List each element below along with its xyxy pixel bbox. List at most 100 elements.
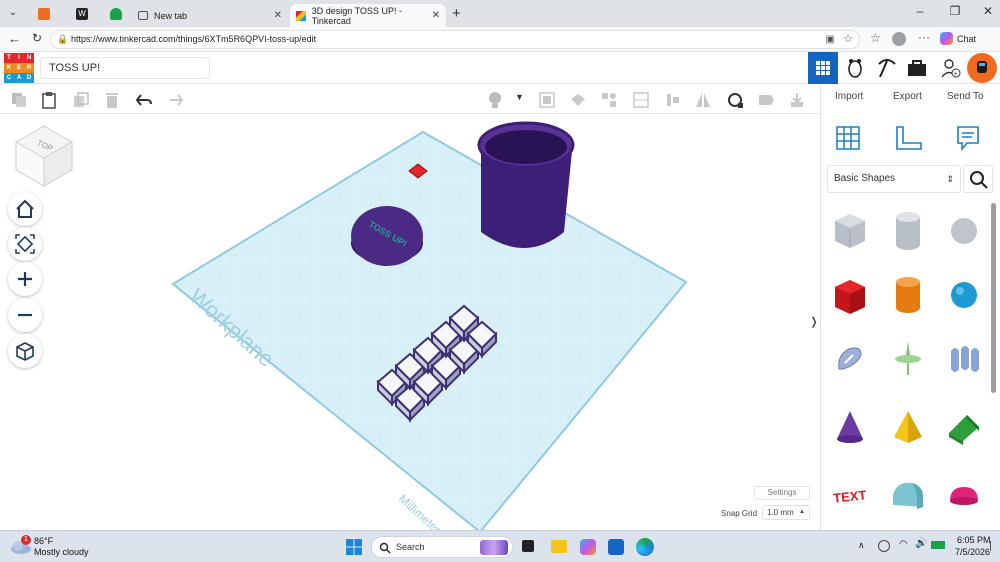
- ruler-tool-icon[interactable]: [726, 91, 744, 109]
- export-button[interactable]: Export: [893, 91, 922, 102]
- shape-half-cylinder[interactable]: [881, 465, 935, 525]
- undo-icon[interactable]: [135, 91, 153, 109]
- refresh-icon[interactable]: ↻: [32, 31, 42, 45]
- copy-icon[interactable]: [10, 91, 28, 109]
- shape-text-wave[interactable]: [937, 329, 991, 389]
- user-avatar[interactable]: [967, 53, 997, 83]
- minimize-icon[interactable]: –: [910, 4, 930, 18]
- clock-date[interactable]: 7/5/2026: [955, 547, 990, 557]
- favorite-star-icon[interactable]: ☆: [843, 31, 853, 48]
- shape-scribble[interactable]: [823, 329, 877, 389]
- light-dropdown-chevron-icon[interactable]: ▼: [515, 92, 524, 102]
- tab-new-tab[interactable]: New tab ✕: [132, 4, 288, 27]
- app-icon-1[interactable]: [580, 539, 596, 555]
- close-window-icon[interactable]: ✕: [978, 4, 998, 18]
- favorites-icon[interactable]: ☆: [870, 31, 881, 45]
- windows-start-icon[interactable]: [345, 538, 363, 556]
- weather-widget[interactable]: 1 86°F Mostly cloudy: [10, 535, 120, 559]
- view-cube[interactable]: TOP: [14, 125, 74, 187]
- workplane-grid-icon[interactable]: [833, 123, 863, 153]
- volume-icon[interactable]: 🔊: [915, 538, 927, 549]
- back-icon[interactable]: ←: [8, 31, 21, 46]
- battery-icon[interactable]: [931, 541, 945, 549]
- delete-icon[interactable]: [103, 91, 121, 109]
- group-icon[interactable]: [538, 91, 556, 109]
- toolbox-icon[interactable]: [906, 58, 928, 78]
- shapes-scrollbar[interactable]: [991, 203, 996, 393]
- canvas-svg: Workplane Millimeters TOSS UP! TOP: [14, 121, 688, 541]
- purple-cup[interactable]: [477, 121, 575, 248]
- security-icon[interactable]: [878, 540, 890, 552]
- shape-half-sphere[interactable]: [937, 465, 991, 525]
- design-canvas[interactable]: Workplane Millimeters TOSS UP! TOP ❭ Set…: [0, 114, 820, 541]
- shape-cylinder-hole[interactable]: [881, 201, 935, 261]
- shape-box[interactable]: [823, 265, 877, 325]
- shape-sphere-hole[interactable]: [937, 201, 991, 261]
- paste-icon[interactable]: [40, 91, 58, 109]
- shape-paraboloid[interactable]: [881, 329, 935, 389]
- zoom-in-button[interactable]: [8, 262, 42, 296]
- workplane-tool-icon[interactable]: [632, 91, 650, 109]
- notes-icon[interactable]: [757, 91, 775, 109]
- notes-panel-icon[interactable]: [953, 123, 983, 153]
- add-user-icon[interactable]: +: [940, 57, 962, 79]
- new-tab-button[interactable]: +: [452, 5, 461, 22]
- shape-text[interactable]: TEXT: [823, 465, 877, 525]
- ungroup-icon[interactable]: [569, 91, 587, 109]
- download-icon[interactable]: [788, 91, 806, 109]
- shape-category-select[interactable]: Basic Shapes ⇕: [827, 165, 961, 193]
- copilot-chat-button[interactable]: Chat: [940, 32, 976, 45]
- pickaxe-icon[interactable]: [876, 56, 898, 80]
- shape-pyramid[interactable]: [881, 397, 935, 457]
- pinned-tab-3[interactable]: [110, 8, 122, 20]
- edge-icon[interactable]: [636, 538, 654, 556]
- outlook-icon[interactable]: [608, 539, 624, 555]
- task-view-icon[interactable]: [522, 540, 534, 552]
- url-input[interactable]: 🔒 https://www.tinkercad.com/things/6XTm5…: [50, 30, 860, 49]
- pinned-tab-1[interactable]: [38, 8, 50, 20]
- close-tab-icon[interactable]: ✕: [432, 10, 440, 21]
- taskbar-search-box[interactable]: Search: [371, 536, 513, 558]
- clock-time[interactable]: 6:05 PM: [957, 535, 991, 545]
- design-title-input[interactable]: TOSS UP!: [40, 57, 210, 79]
- shape-sphere[interactable]: [937, 265, 991, 325]
- 3d-view-button[interactable]: [808, 52, 838, 84]
- wifi-icon[interactable]: ◠: [899, 539, 908, 550]
- read-view-icon[interactable]: ▣: [826, 31, 835, 48]
- shape-cylinder[interactable]: [881, 265, 935, 325]
- show-hidden-icons-chevron-icon[interactable]: ∧: [858, 540, 865, 551]
- maximize-icon[interactable]: ❐: [945, 4, 965, 18]
- more-menu-icon[interactable]: ···: [918, 30, 930, 44]
- shape-box-hole[interactable]: [823, 201, 877, 261]
- sim-lab-icon[interactable]: [844, 56, 866, 80]
- tab-list-chevron-icon[interactable]: ⌄: [6, 7, 20, 21]
- send-to-button[interactable]: Send To: [947, 91, 984, 102]
- align-icon[interactable]: [664, 91, 682, 109]
- search-placeholder: Search: [396, 542, 425, 552]
- ruler-icon[interactable]: [893, 123, 925, 153]
- cruise-icon[interactable]: [600, 91, 618, 109]
- file-explorer-icon[interactable]: [551, 540, 567, 553]
- close-tab-icon[interactable]: ✕: [274, 10, 282, 21]
- fit-view-button[interactable]: [8, 227, 42, 261]
- snap-grid-select[interactable]: 1.0 mm ▲: [762, 505, 810, 520]
- duplicate-icon[interactable]: [72, 91, 90, 109]
- toss-up-coin[interactable]: TOSS UP!: [351, 206, 423, 266]
- redo-icon[interactable]: [166, 91, 184, 109]
- notification-icon[interactable]: [990, 541, 996, 551]
- collapse-panel-button[interactable]: ❭: [808, 310, 820, 334]
- shape-search-button[interactable]: [963, 165, 993, 193]
- tab-tinkercad[interactable]: 3D design TOSS UP! - Tinkercad ✕: [290, 4, 446, 27]
- light-bulb-icon[interactable]: [486, 91, 504, 109]
- import-button[interactable]: Import: [835, 91, 863, 102]
- zoom-out-button[interactable]: [8, 298, 42, 332]
- settings-button[interactable]: Settings: [754, 486, 810, 500]
- pinned-tab-2[interactable]: W: [76, 8, 88, 20]
- profile-avatar[interactable]: [892, 32, 906, 46]
- home-view-button[interactable]: [8, 192, 42, 226]
- tinkercad-logo[interactable]: T I N K E R C A D: [4, 53, 34, 83]
- shape-cone[interactable]: [823, 397, 877, 457]
- perspective-button[interactable]: [8, 334, 42, 368]
- mirror-icon[interactable]: [694, 91, 712, 109]
- shape-roof[interactable]: [937, 397, 991, 457]
